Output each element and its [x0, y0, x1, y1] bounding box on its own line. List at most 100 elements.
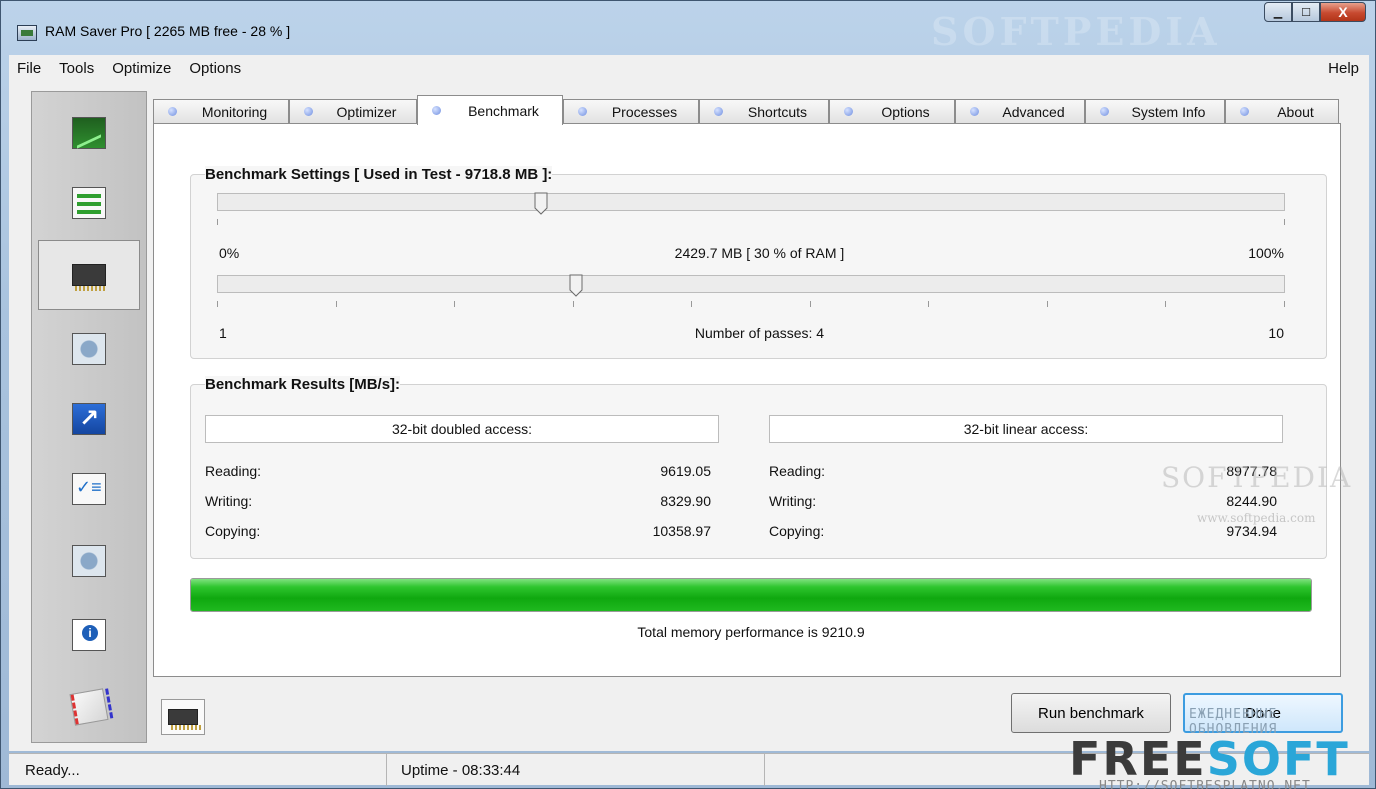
benchmark-chip-icon: [72, 264, 106, 291]
doubled-copying-label: Copying:: [205, 523, 261, 539]
passes-slider-ticks: [217, 301, 1285, 307]
caption-buttons: ▁ ☐ X: [1264, 2, 1366, 22]
sidebar-item-advanced[interactable]: [38, 526, 140, 596]
menu-optimize[interactable]: Optimize: [104, 60, 181, 77]
tab-bullet-icon: [578, 107, 587, 116]
linear-writing-label: Writing:: [769, 493, 817, 509]
memory-slider-thumb[interactable]: [534, 192, 548, 216]
benchmark-settings-group: Benchmark Settings [ Used in Test - 9718…: [190, 166, 1327, 359]
tab-bullet-icon: [1240, 107, 1249, 116]
status-ready: Ready...: [9, 754, 387, 786]
advanced-settings-icon: [72, 545, 106, 577]
progress-fill: [191, 579, 1311, 611]
maximize-button[interactable]: ☐: [1292, 2, 1320, 22]
benchmark-results-group: Benchmark Results [MB/s]: 32-bit doubled…: [190, 376, 1327, 559]
slider-tick: [1165, 301, 1167, 307]
tab-strip: Monitoring Optimizer Benchmark Processes…: [153, 95, 1339, 125]
slider-tick: [572, 301, 574, 307]
tab-bullet-icon: [844, 107, 853, 116]
processes-gear-icon: [72, 333, 106, 365]
tab-bullet-icon: [168, 107, 177, 116]
doubled-reading-value: 9619.05: [660, 463, 711, 479]
close-button[interactable]: X: [1320, 2, 1366, 22]
memory-value-label: 2429.7 MB [ 30 % of RAM ]: [674, 245, 845, 261]
slider-tick: [217, 219, 218, 225]
tab-about[interactable]: About: [1225, 99, 1339, 123]
tab-monitoring[interactable]: Monitoring: [153, 99, 289, 123]
optimizer-bars-icon: [72, 187, 106, 219]
tab-bullet-icon: [304, 107, 313, 116]
slider-tick: [454, 301, 456, 307]
menu-options[interactable]: Options: [181, 60, 251, 77]
sidebar-item-mail[interactable]: [38, 672, 140, 742]
benchmark-page: Benchmark Settings [ Used in Test - 9718…: [153, 123, 1341, 677]
menu-tools[interactable]: Tools: [51, 60, 104, 77]
sidebar-item-shortcuts[interactable]: [38, 384, 140, 454]
memory-chip-icon: [168, 709, 201, 730]
passes-slider[interactable]: [217, 274, 1285, 297]
tab-processes[interactable]: Processes: [563, 99, 699, 123]
slider-tick: [691, 301, 693, 307]
title-bar[interactable]: RAM Saver Pro [ 2265 MB free - 28 % ] SO…: [1, 1, 1375, 54]
linear-copying-label: Copying:: [769, 523, 825, 539]
softpedia-url-watermark: www.softpedia.com: [1197, 511, 1316, 525]
linear-access-header: 32-bit linear access:: [769, 415, 1283, 443]
sidebar-item-processes[interactable]: [38, 314, 140, 384]
client-area: Monitoring Optimizer Benchmark Processes…: [9, 81, 1369, 751]
sidebar-item-optimizer[interactable]: [38, 168, 140, 238]
benchmark-status-chip: [161, 699, 205, 735]
side-toolbar: [31, 91, 147, 743]
memory-max-label: 100%: [1248, 245, 1284, 261]
sidebar-item-about[interactable]: [38, 600, 140, 670]
memory-slider[interactable]: [217, 192, 1285, 215]
linear-copying-value: 9734.94: [1226, 523, 1277, 539]
tab-advanced[interactable]: Advanced: [955, 99, 1085, 123]
shortcuts-arrow-icon: [72, 403, 106, 435]
monitoring-chart-icon: [72, 117, 106, 149]
sidebar-item-monitoring[interactable]: [38, 98, 140, 168]
menu-help[interactable]: Help: [1320, 60, 1369, 77]
freesoft-logo: FREESOFT: [1069, 732, 1350, 786]
passes-value-label: Number of passes: 4: [694, 325, 825, 341]
doubled-reading-label: Reading:: [205, 463, 262, 479]
tab-options[interactable]: Options: [829, 99, 955, 123]
slider-tick: [217, 301, 218, 307]
tab-bullet-icon: [432, 106, 441, 115]
freesoft-watermark: ЕЖЕДНЕВНЫЕ ОБНОВЛЕНИЯ FREESOFT HTTP://SO…: [1069, 707, 1359, 789]
slider-tick: [928, 301, 930, 307]
benchmark-progress-bar: [190, 578, 1312, 612]
doubled-writing-value: 8329.90: [660, 493, 711, 509]
doubled-writing-label: Writing:: [205, 493, 253, 509]
slider-tick: [1046, 301, 1048, 307]
slider-tick: [1284, 301, 1285, 307]
tab-system-info[interactable]: System Info: [1085, 99, 1225, 123]
tab-bullet-icon: [970, 107, 979, 116]
linear-writing-value: 8244.90: [1226, 493, 1277, 509]
app-window: RAM Saver Pro [ 2265 MB free - 28 % ] SO…: [0, 0, 1376, 789]
slider-tick: [1284, 219, 1285, 225]
softpedia-watermark: SOFTPEDIA: [1161, 461, 1353, 494]
menu-file[interactable]: File: [9, 60, 51, 77]
sidebar-item-options[interactable]: [38, 454, 140, 524]
tab-shortcuts[interactable]: Shortcuts: [699, 99, 829, 123]
app-icon[interactable]: [17, 25, 37, 41]
about-info-icon: [72, 619, 106, 651]
memory-slider-ticks: [217, 219, 1285, 225]
minimize-button[interactable]: ▁: [1264, 2, 1292, 22]
options-checklist-icon: [72, 473, 106, 505]
tab-benchmark[interactable]: Benchmark: [417, 95, 563, 125]
tab-bullet-icon: [714, 107, 723, 116]
doubled-copying-value: 10358.97: [652, 523, 711, 539]
settings-group-title: Benchmark Settings [ Used in Test - 9718…: [205, 166, 553, 183]
doubled-access-header: 32-bit doubled access:: [205, 415, 719, 443]
tab-bullet-icon: [1100, 107, 1109, 116]
menu-bar: File Tools Optimize Options Help: [9, 55, 1369, 81]
tab-optimizer[interactable]: Optimizer: [289, 99, 417, 123]
sidebar-item-benchmark[interactable]: [38, 240, 140, 310]
passes-max-label: 10: [1268, 325, 1284, 341]
slider-tick: [809, 301, 811, 307]
slider-tick: [335, 301, 337, 307]
linear-reading-label: Reading:: [769, 463, 826, 479]
passes-slider-thumb[interactable]: [569, 274, 583, 298]
status-uptime: Uptime - 08:33:44: [387, 754, 765, 786]
